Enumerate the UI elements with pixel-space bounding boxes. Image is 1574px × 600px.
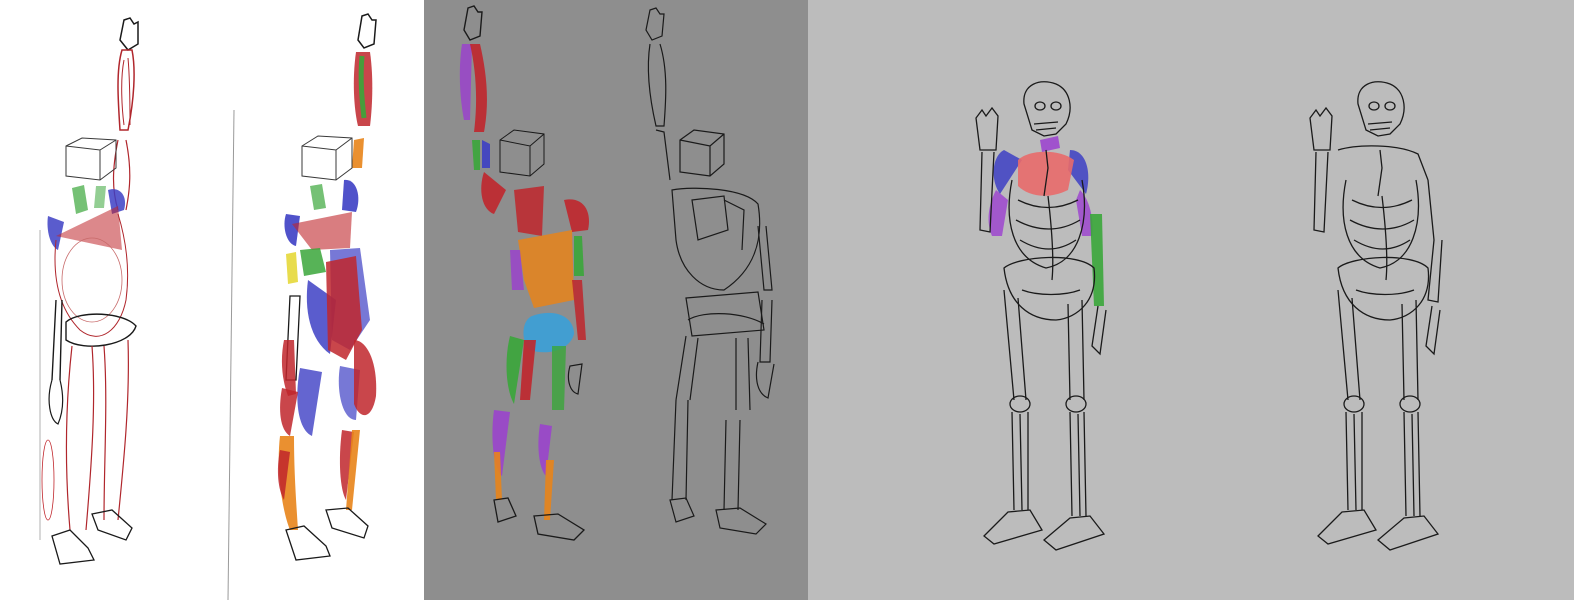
mid-gray-sheet-drawing	[424, 0, 808, 600]
light-gray-sheet-drawing	[808, 0, 1574, 600]
sketch-canvas	[0, 0, 1574, 600]
chest-salmon	[1018, 151, 1074, 196]
forearm-green	[358, 55, 367, 119]
elbow-blue	[482, 140, 490, 168]
white-sheet-drawing	[0, 0, 424, 600]
trap-c	[514, 186, 544, 236]
light-gray-sheet-panel	[808, 0, 1574, 600]
white-sheet-panel	[0, 0, 424, 600]
serratus-yellow	[286, 252, 298, 284]
neck-muscle-right	[94, 186, 106, 208]
thigh-green-c2	[552, 346, 566, 410]
mid-gray-sheet-panel	[424, 0, 808, 600]
light-gray-bg	[808, 0, 1574, 600]
